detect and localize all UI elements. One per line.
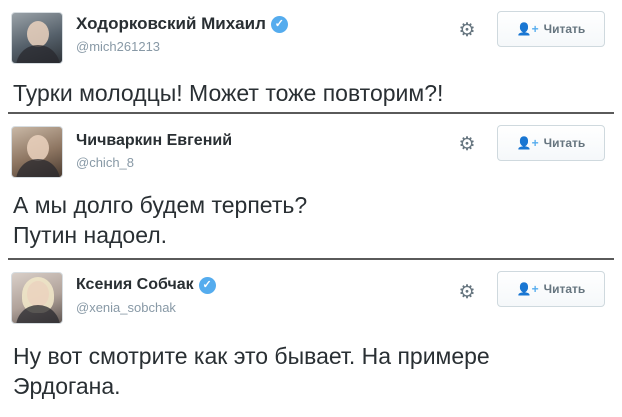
gear-icon[interactable]: ⚙	[456, 20, 478, 42]
avatar[interactable]	[11, 12, 63, 64]
verified-badge-icon: ✓	[198, 276, 216, 294]
follow-button[interactable]: 👤+ Читать	[497, 125, 605, 161]
avatar-shoulders	[16, 45, 60, 63]
tweet-card: Ходорковский Михаил ✓ @mich261213 ⚙ 👤+ Ч…	[0, 0, 622, 114]
add-user-icon: 👤+	[516, 22, 539, 36]
tweet-text-line: Ну вот смотрите как это бывает. На приме…	[13, 343, 490, 369]
tweet-text: Турки молодцы! Может тоже повторим?!	[13, 78, 613, 108]
author-name[interactable]: Чичваркин Евгений	[76, 132, 232, 150]
author-name-row[interactable]: Чичваркин Евгений	[76, 132, 232, 150]
author-handle[interactable]: @xenia_sobchak	[76, 300, 176, 315]
tweet-card: Чичваркин Евгений @chich_8 ⚙ 👤+ Читать А…	[0, 114, 622, 260]
author-name-row[interactable]: Ксения Собчак ✓	[76, 276, 216, 294]
follow-button[interactable]: 👤+ Читать	[497, 11, 605, 47]
avatar-head	[27, 281, 49, 307]
tweet-text-line: А мы долго будем терпеть?	[13, 192, 308, 218]
follow-label: Читать	[543, 282, 586, 296]
tweet-text: А мы долго будем терпеть? Путин надоел.	[13, 190, 613, 250]
add-user-icon: 👤+	[516, 136, 539, 150]
tweet-text-line: Эрдогана.	[13, 373, 121, 399]
tweet-text-line: Путин надоел.	[13, 222, 168, 248]
avatar[interactable]	[11, 126, 63, 178]
avatar-head	[27, 21, 49, 47]
follow-label: Читать	[543, 22, 586, 36]
author-name[interactable]: Ходорковский Михаил	[76, 14, 266, 34]
author-name[interactable]: Ксения Собчак	[76, 276, 194, 294]
follow-label: Читать	[543, 136, 586, 150]
gear-icon[interactable]: ⚙	[456, 282, 478, 304]
author-name-row[interactable]: Ходорковский Михаил ✓	[76, 14, 288, 34]
author-handle[interactable]: @chich_8	[76, 155, 134, 170]
tweet-card: Ксения Собчак ✓ @xenia_sobchak ⚙ 👤+ Чита…	[0, 260, 622, 417]
avatar-head	[27, 135, 49, 161]
avatar-shoulders	[16, 159, 60, 177]
tweet-text: Ну вот смотрите как это бывает. На приме…	[13, 341, 613, 401]
avatar-shoulders	[16, 305, 60, 323]
gear-icon[interactable]: ⚙	[456, 134, 478, 156]
verified-badge-icon: ✓	[270, 15, 288, 33]
author-handle[interactable]: @mich261213	[76, 39, 160, 54]
add-user-icon: 👤+	[516, 282, 539, 296]
tweet-text-line: Турки молодцы! Может тоже повторим?!	[13, 80, 444, 106]
avatar[interactable]	[11, 272, 63, 324]
follow-button[interactable]: 👤+ Читать	[497, 271, 605, 307]
